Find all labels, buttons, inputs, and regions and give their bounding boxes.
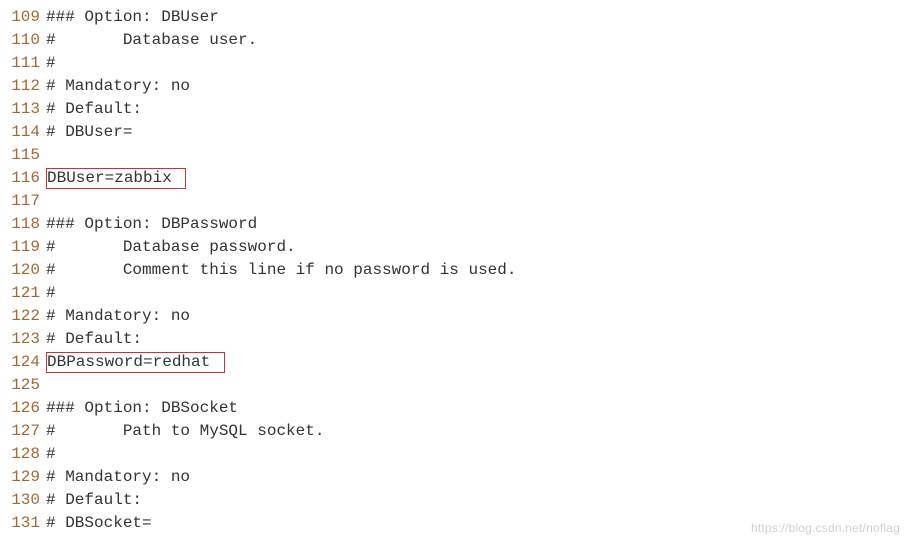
line-number: 130 xyxy=(0,489,46,512)
line-number: 126 xyxy=(0,397,46,420)
code-text: # xyxy=(46,443,56,466)
code-text: ### Option: DBSocket xyxy=(46,397,238,420)
code-line: 114 # DBUser= xyxy=(0,121,908,144)
line-number: 114 xyxy=(0,121,46,144)
code-text: # Mandatory: no xyxy=(46,305,190,328)
code-line: 117 xyxy=(0,190,908,213)
code-text: # xyxy=(46,52,56,75)
line-number: 125 xyxy=(0,374,46,397)
line-number: 131 xyxy=(0,512,46,535)
code-line: 118 ### Option: DBPassword xyxy=(0,213,908,236)
code-line: 126 ### Option: DBSocket xyxy=(0,397,908,420)
code-line: 125 xyxy=(0,374,908,397)
code-text: ### Option: DBPassword xyxy=(46,213,257,236)
code-line: 123 # Default: xyxy=(0,328,908,351)
code-text: # Mandatory: no xyxy=(46,75,190,98)
line-number: 109 xyxy=(0,6,46,29)
watermark-text: https://blog.csdn.net/noflag xyxy=(751,517,900,540)
code-text: # Default: xyxy=(46,98,142,121)
code-line: 128 # xyxy=(0,443,908,466)
code-line: 109 ### Option: DBUser xyxy=(0,6,908,29)
code-text: # Database password. xyxy=(46,236,296,259)
code-text: # xyxy=(46,282,56,305)
code-line: 110 # Database user. xyxy=(0,29,908,52)
code-text: # Comment this line if no password is us… xyxy=(46,259,516,282)
line-number: 128 xyxy=(0,443,46,466)
line-number: 116 xyxy=(0,167,46,190)
code-text: # DBSocket= xyxy=(46,512,152,535)
code-viewport: 109 ### Option: DBUser 110 # Database us… xyxy=(0,0,908,546)
line-number: 115 xyxy=(0,144,46,167)
line-number: 122 xyxy=(0,305,46,328)
line-number: 129 xyxy=(0,466,46,489)
code-text: # Path to MySQL socket. xyxy=(46,420,324,443)
line-number: 110 xyxy=(0,29,46,52)
code-text-highlighted: DBPassword=redhat xyxy=(46,352,225,373)
code-line: 124 DBPassword=redhat xyxy=(0,351,908,374)
code-text: # Mandatory: no xyxy=(46,466,190,489)
line-number: 119 xyxy=(0,236,46,259)
code-line: 119 # Database password. xyxy=(0,236,908,259)
code-text: # Database user. xyxy=(46,29,257,52)
line-number: 118 xyxy=(0,213,46,236)
code-line: 116 DBUser=zabbix xyxy=(0,167,908,190)
code-line: 130 # Default: xyxy=(0,489,908,512)
code-line: 129 # Mandatory: no xyxy=(0,466,908,489)
line-number: 112 xyxy=(0,75,46,98)
line-number: 124 xyxy=(0,351,46,374)
code-line: 121 # xyxy=(0,282,908,305)
code-line: 122 # Mandatory: no xyxy=(0,305,908,328)
code-text: # Default: xyxy=(46,489,142,512)
code-text-highlighted: DBUser=zabbix xyxy=(46,168,186,189)
code-line: 127 # Path to MySQL socket. xyxy=(0,420,908,443)
code-line: 120 # Comment this line if no password i… xyxy=(0,259,908,282)
line-number: 120 xyxy=(0,259,46,282)
code-text: ### Option: DBUser xyxy=(46,6,219,29)
line-number: 111 xyxy=(0,52,46,75)
line-number: 117 xyxy=(0,190,46,213)
line-number: 127 xyxy=(0,420,46,443)
code-line: 115 xyxy=(0,144,908,167)
code-line: 112 # Mandatory: no xyxy=(0,75,908,98)
line-number: 123 xyxy=(0,328,46,351)
code-line: 113 # Default: xyxy=(0,98,908,121)
code-text: # Default: xyxy=(46,328,142,351)
code-line: 111 # xyxy=(0,52,908,75)
line-number: 121 xyxy=(0,282,46,305)
code-text: # DBUser= xyxy=(46,121,132,144)
line-number: 113 xyxy=(0,98,46,121)
